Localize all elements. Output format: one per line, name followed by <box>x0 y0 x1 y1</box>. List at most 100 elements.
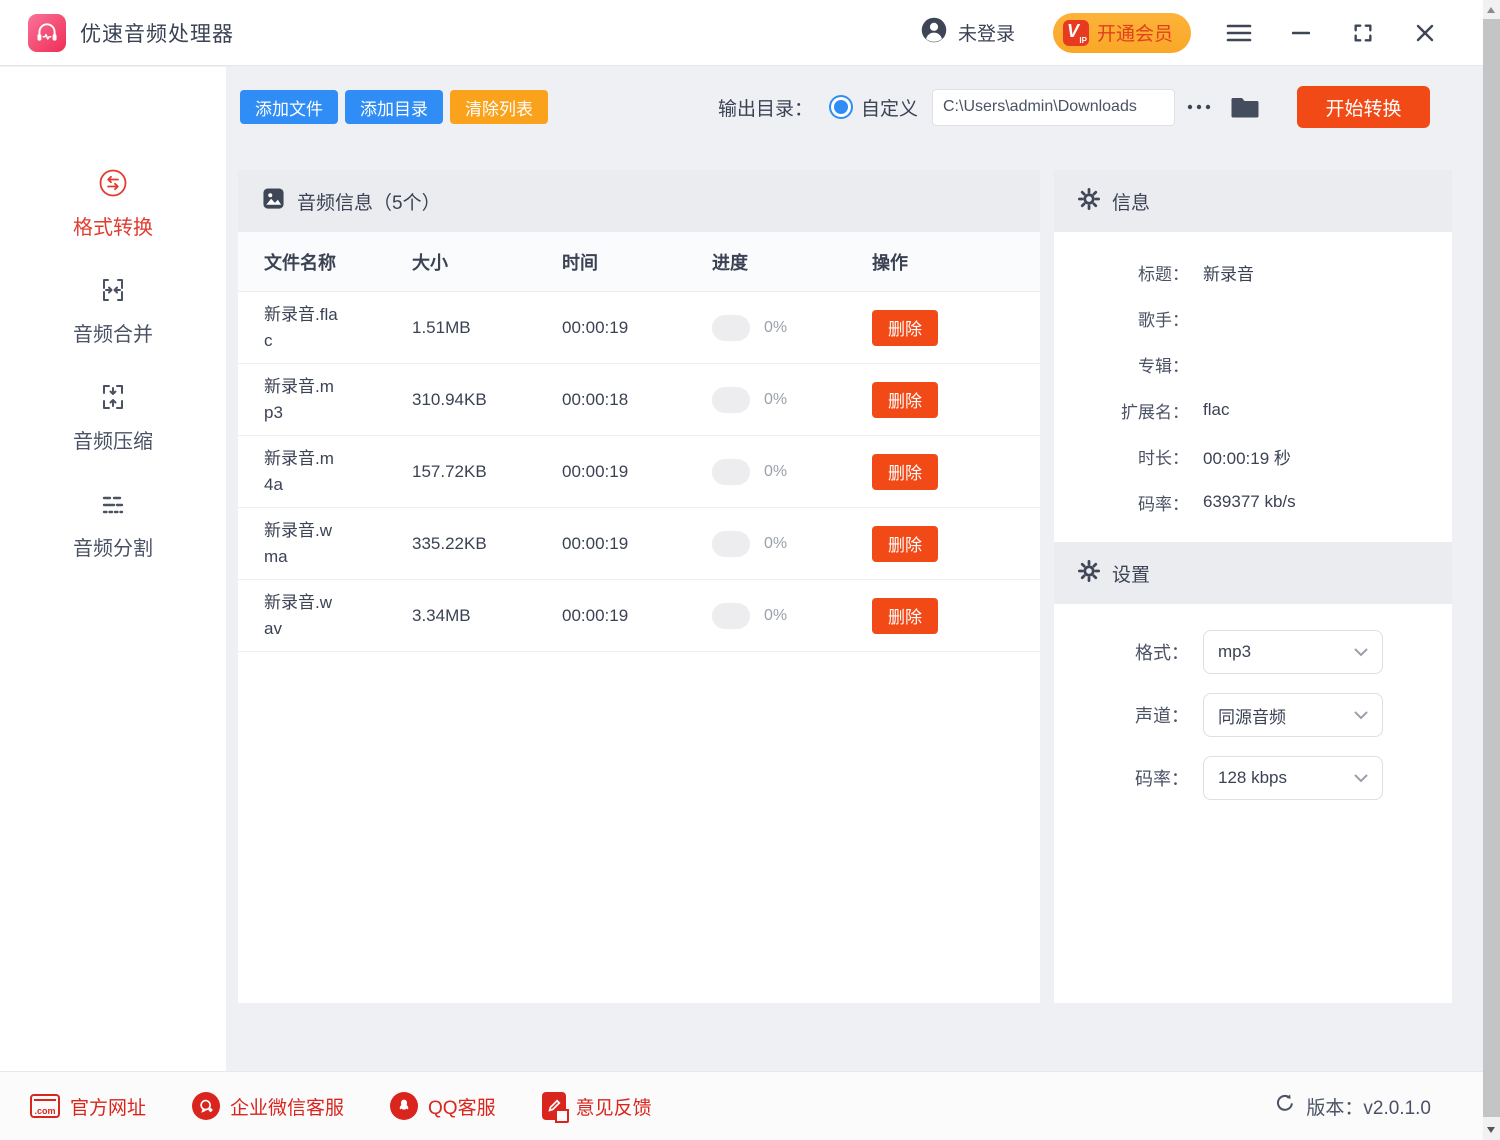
col-progress: 进度 <box>712 249 872 275</box>
settings-row: 格式： mp3 <box>1054 630 1452 674</box>
feedback-link[interactable]: 意见反馈 <box>542 1092 652 1120</box>
info-fields: 标题： 新录音 歌手： 专辑： 扩展名： flac 时长： 00:00:19 秒… <box>1054 232 1452 542</box>
progress-bar <box>712 387 750 413</box>
minimize-button[interactable] <box>1287 19 1315 47</box>
delete-button[interactable]: 删除 <box>872 598 938 634</box>
col-action: 操作 <box>872 249 1040 275</box>
app-title: 优速音频处理器 <box>80 18 234 48</box>
info-row: 时长： 00:00:19 秒 <box>1054 433 1452 479</box>
progress-cell: 0% <box>712 531 872 557</box>
file-size: 310.94KB <box>412 390 562 410</box>
qq-icon <box>390 1092 418 1120</box>
format-select-value: mp3 <box>1218 642 1251 662</box>
output-path-input[interactable] <box>932 89 1175 126</box>
file-name: 新录音.wma <box>264 518 340 570</box>
info-row: 标题： 新录音 <box>1054 249 1452 295</box>
audio-compress-icon <box>97 381 129 413</box>
progress-bar <box>712 459 750 485</box>
delete-button[interactable]: 删除 <box>872 526 938 562</box>
info-row: 专辑： <box>1054 341 1452 387</box>
maximize-button[interactable] <box>1349 19 1377 47</box>
info-row: 码率： 639377 kb/s <box>1054 479 1452 525</box>
sidebar-item-audio-compress[interactable]: 音频压缩 <box>0 381 226 454</box>
progress-value: 0% <box>764 391 787 409</box>
open-folder-button[interactable] <box>1231 95 1259 119</box>
channel-select[interactable]: 同源音频 <box>1203 693 1383 737</box>
file-name: 新录音.wav <box>264 590 340 642</box>
settings-section-title: 设置 <box>1112 560 1150 587</box>
footer: .com 官方网址 企业微信客服 QQ客服 <box>0 1071 1483 1140</box>
custom-dir-radio[interactable] <box>831 97 851 117</box>
wechat-icon <box>192 1092 220 1120</box>
table-row: 新录音.wma 335.22KB 00:00:19 0% 删除 <box>238 508 1040 580</box>
file-size: 157.72KB <box>412 462 562 482</box>
info-section-title: 信息 <box>1112 188 1150 215</box>
progress-bar <box>712 531 750 557</box>
delete-button[interactable]: 删除 <box>872 310 938 346</box>
scrollbar-thumb[interactable] <box>1483 19 1500 1117</box>
output-dir-label: 输出目录： <box>718 94 813 121</box>
menu-button[interactable] <box>1225 19 1253 47</box>
file-panel-title: 音频信息（5个） <box>297 188 441 215</box>
info-value: 新录音 <box>1203 260 1254 285</box>
settings-row: 声道： 同源音频 <box>1054 693 1452 737</box>
delete-button[interactable]: 删除 <box>872 382 938 418</box>
title-bar: 优速音频处理器 未登录 V IP 开通会员 <box>0 0 1483 66</box>
progress-cell: 0% <box>712 459 872 485</box>
file-time: 00:00:19 <box>562 534 712 554</box>
vip-icon: V IP <box>1063 20 1089 46</box>
table-row: 新录音.m4a 157.72KB 00:00:19 0% 删除 <box>238 436 1040 508</box>
sidebar-item-label: 音频合并 <box>73 318 153 347</box>
progress-cell: 0% <box>712 315 872 341</box>
settings-label: 格式： <box>1054 639 1189 665</box>
progress-bar <box>712 603 750 629</box>
progress-value: 0% <box>764 319 787 337</box>
close-button[interactable] <box>1411 19 1439 47</box>
progress-cell: 0% <box>712 603 872 629</box>
toolbar: 添加文件 添加目录 清除列表 输出目录： 自定义 开始转换 <box>240 86 1430 128</box>
version-info: 版本：v2.0.1.0 <box>1274 1092 1431 1120</box>
gear-icon <box>1078 560 1100 587</box>
user-account-button[interactable]: 未登录 <box>920 16 1015 50</box>
scrollbar-up-arrow-icon[interactable] <box>1487 7 1495 13</box>
settings-fields: 格式： mp3 声道： 同源音频 码率： 128 kbps <box>1054 604 1452 800</box>
start-convert-button[interactable]: 开始转换 <box>1297 86 1430 128</box>
format-convert-icon <box>97 167 129 199</box>
file-time: 00:00:18 <box>562 390 712 410</box>
info-label: 标题： <box>1054 260 1189 285</box>
progress-cell: 0% <box>712 387 872 413</box>
sidebar-item-audio-split[interactable]: 音频分割 <box>0 488 226 561</box>
settings-row: 码率： 128 kbps <box>1054 756 1452 800</box>
official-site-link[interactable]: .com 官方网址 <box>30 1093 146 1120</box>
file-name: 新录音.mp3 <box>264 374 340 426</box>
info-label: 专辑： <box>1054 352 1189 377</box>
gear-icon <box>1078 188 1100 215</box>
vip-membership-button[interactable]: V IP 开通会员 <box>1053 13 1191 53</box>
col-name: 文件名称 <box>264 249 412 275</box>
scrollbar-down-arrow-icon[interactable] <box>1487 1127 1495 1133</box>
sidebar-item-audio-merge[interactable]: 音频合并 <box>0 274 226 347</box>
qq-support-link[interactable]: QQ客服 <box>390 1092 496 1120</box>
info-row: 歌手： <box>1054 295 1452 341</box>
delete-button[interactable]: 删除 <box>872 454 938 490</box>
bitrate-select[interactable]: 128 kbps <box>1203 756 1383 800</box>
progress-value: 0% <box>764 463 787 481</box>
format-select[interactable]: mp3 <box>1203 630 1383 674</box>
file-name: 新录音.m4a <box>264 446 340 498</box>
audio-split-icon <box>97 488 129 520</box>
chevron-down-icon <box>1354 774 1368 783</box>
info-value: flac <box>1203 400 1229 420</box>
clear-list-button[interactable]: 清除列表 <box>450 90 548 124</box>
add-file-button[interactable]: 添加文件 <box>240 90 338 124</box>
file-size: 335.22KB <box>412 534 562 554</box>
chevron-down-icon <box>1354 711 1368 720</box>
scrollbar[interactable] <box>1483 0 1500 1140</box>
app-window: 优速音频处理器 未登录 V IP 开通会员 <box>0 0 1500 1140</box>
sidebar-item-format-convert[interactable]: 格式转换 <box>0 167 226 240</box>
wechat-support-link[interactable]: 企业微信客服 <box>192 1092 344 1120</box>
file-panel-header: 音频信息（5个） <box>238 170 1040 232</box>
file-time: 00:00:19 <box>562 462 712 482</box>
file-time: 00:00:19 <box>562 318 712 338</box>
browse-more-button[interactable] <box>1185 102 1213 112</box>
add-directory-button[interactable]: 添加目录 <box>345 90 443 124</box>
